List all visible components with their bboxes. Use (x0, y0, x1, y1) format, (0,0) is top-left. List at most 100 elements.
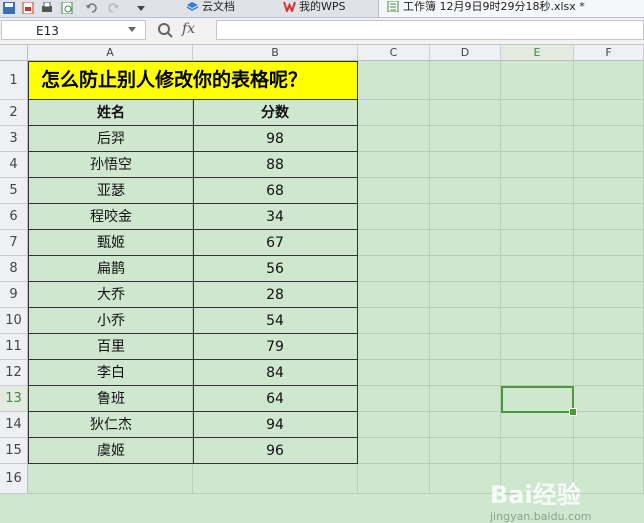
cell-score[interactable]: 56 (193, 256, 358, 282)
toolbar-dropdown-icon[interactable] (134, 2, 148, 14)
cell-name[interactable]: 小乔 (28, 308, 194, 334)
cell-f13[interactable] (574, 386, 644, 412)
cell-f5[interactable] (574, 178, 644, 204)
sheet-title-cell[interactable]: 怎么防止别人修改你的表格呢？ (28, 61, 358, 100)
cell-f4[interactable] (574, 152, 644, 178)
row-header-9[interactable]: 9 (0, 282, 28, 308)
row-header-10[interactable]: 10 (0, 308, 28, 334)
cell-name[interactable]: 大乔 (28, 282, 194, 308)
cell-c2[interactable] (358, 100, 430, 126)
cell-name[interactable]: 狄仁杰 (28, 412, 194, 438)
cell-f6[interactable] (574, 204, 644, 230)
cell-e15[interactable] (501, 438, 574, 464)
cell-d11[interactable] (430, 334, 501, 360)
cell-c1[interactable] (358, 61, 430, 100)
print-icon[interactable] (40, 2, 54, 14)
cell-name[interactable]: 扁鹊 (28, 256, 194, 282)
column-header-d[interactable]: D (430, 45, 501, 61)
row-header-6[interactable]: 6 (0, 204, 28, 230)
zoom-icon[interactable] (157, 22, 173, 38)
cell-d2[interactable] (430, 100, 501, 126)
cell-name[interactable]: 甄姬 (28, 230, 194, 256)
cell-c15[interactable] (358, 438, 430, 464)
cell-d13[interactable] (430, 386, 501, 412)
fx-icon[interactable]: fx (182, 21, 195, 37)
cell-e14[interactable] (501, 412, 574, 438)
row-header-7[interactable]: 7 (0, 230, 28, 256)
tab-workbook[interactable]: 工作簿 12月9日9时29分18秒.xlsx * (378, 0, 644, 17)
row-header-5[interactable]: 5 (0, 178, 28, 204)
cell-f1[interactable] (574, 61, 644, 100)
cell-d12[interactable] (430, 360, 501, 386)
cell-score[interactable]: 64 (193, 386, 358, 412)
cell-score[interactable]: 98 (193, 126, 358, 152)
export-pdf-icon[interactable] (21, 2, 35, 14)
cell-c13[interactable] (358, 386, 430, 412)
cell-e9[interactable] (501, 282, 574, 308)
cell-a16[interactable] (28, 464, 193, 494)
cell-name[interactable]: 孙悟空 (28, 152, 194, 178)
cell-name[interactable]: 鲁班 (28, 386, 194, 412)
cell-f3[interactable] (574, 126, 644, 152)
tab-my-wps[interactable]: 我的WPS (263, 0, 393, 17)
cell-score[interactable]: 94 (193, 412, 358, 438)
cell-c14[interactable] (358, 412, 430, 438)
cell-f9[interactable] (574, 282, 644, 308)
header-cell-name[interactable]: 姓名 (28, 100, 194, 126)
select-all-corner[interactable] (0, 45, 28, 61)
cell-c8[interactable] (358, 256, 430, 282)
column-header-c[interactable]: C (358, 45, 430, 61)
cell-e8[interactable] (501, 256, 574, 282)
row-header-4[interactable]: 4 (0, 152, 28, 178)
cell-d3[interactable] (430, 126, 501, 152)
cell-b16[interactable] (193, 464, 358, 494)
cell-f2[interactable] (574, 100, 644, 126)
cell-e7[interactable] (501, 230, 574, 256)
cell-score[interactable]: 79 (193, 334, 358, 360)
active-cell-selection[interactable] (501, 386, 574, 413)
cell-c16[interactable] (358, 464, 430, 494)
cell-name[interactable]: 李白 (28, 360, 194, 386)
row-header-14[interactable]: 14 (0, 412, 28, 438)
cell-f15[interactable] (574, 438, 644, 464)
cell-c7[interactable] (358, 230, 430, 256)
cell-score[interactable]: 54 (193, 308, 358, 334)
name-box[interactable]: E13 (1, 20, 146, 40)
cell-c12[interactable] (358, 360, 430, 386)
column-header-e[interactable]: E (501, 45, 574, 61)
cell-e5[interactable] (501, 178, 574, 204)
cell-f11[interactable] (574, 334, 644, 360)
cell-e3[interactable] (501, 126, 574, 152)
cell-e2[interactable] (501, 100, 574, 126)
cell-d8[interactable] (430, 256, 501, 282)
cell-name[interactable]: 后羿 (28, 126, 194, 152)
column-header-a[interactable]: A (28, 45, 193, 61)
cell-c4[interactable] (358, 152, 430, 178)
cell-f8[interactable] (574, 256, 644, 282)
cell-c10[interactable] (358, 308, 430, 334)
undo-icon[interactable] (85, 2, 99, 14)
column-header-f[interactable]: F (574, 45, 644, 61)
cell-name[interactable]: 亚瑟 (28, 178, 194, 204)
cell-name[interactable]: 程咬金 (28, 204, 194, 230)
redo-icon[interactable] (106, 2, 120, 14)
cell-f7[interactable] (574, 230, 644, 256)
row-header-3[interactable]: 3 (0, 126, 28, 152)
row-header-15[interactable]: 15 (0, 438, 28, 464)
cell-f10[interactable] (574, 308, 644, 334)
spreadsheet-grid[interactable]: A B C D E F 1 2 3 4 5 6 7 8 9 10 11 12 13 14 15 16 怎么防止别人修改你的表… (0, 45, 644, 523)
cell-d1[interactable] (430, 61, 501, 100)
cell-e4[interactable] (501, 152, 574, 178)
cell-score[interactable]: 34 (193, 204, 358, 230)
row-header-16[interactable]: 16 (0, 464, 28, 494)
cell-name[interactable]: 虞姬 (28, 438, 194, 464)
cell-c3[interactable] (358, 126, 430, 152)
cell-d10[interactable] (430, 308, 501, 334)
fill-handle[interactable] (569, 408, 577, 416)
cell-d4[interactable] (430, 152, 501, 178)
row-header-1[interactable]: 1 (0, 61, 28, 100)
cell-c5[interactable] (358, 178, 430, 204)
cell-f12[interactable] (574, 360, 644, 386)
cell-e11[interactable] (501, 334, 574, 360)
print-preview-icon[interactable] (60, 2, 74, 14)
